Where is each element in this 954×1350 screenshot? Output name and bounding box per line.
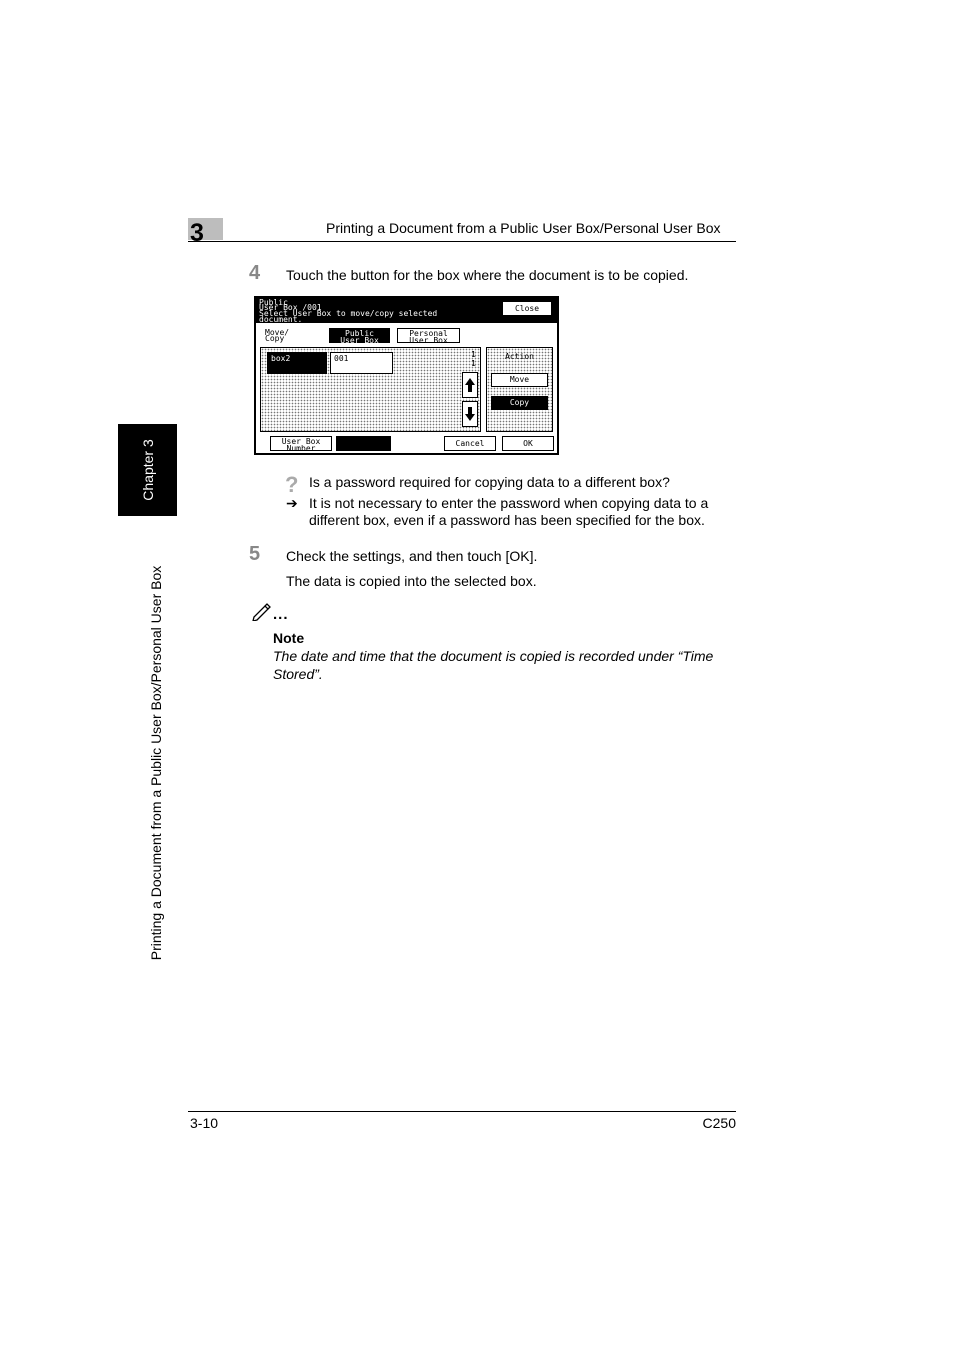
public-tab-line-2: User Box: [340, 336, 379, 345]
box-button-box2[interactable]: box2: [267, 352, 327, 374]
running-title-text: Printing a Document from a Public User B…: [148, 565, 164, 960]
screen-title-bar: Public User Box /001 Select User Box to …: [256, 298, 557, 324]
footer-model: C250: [702, 1115, 736, 1131]
page-total: 1: [471, 359, 476, 368]
note-line-1: The date and time that the document is c…: [273, 648, 714, 664]
chapter-number: 3: [190, 219, 204, 247]
note-heading: Note: [273, 630, 305, 646]
box-list-area: box2 001 1 1: [260, 347, 481, 432]
step-5-text: Check the settings, and then touch [OK].: [286, 548, 538, 564]
answer-line-2: different box, even if a password has be…: [309, 512, 705, 528]
screen-title-line-4: document.: [259, 315, 303, 324]
cancel-button[interactable]: Cancel: [444, 436, 496, 451]
move-copy-label-2: Copy: [265, 334, 285, 343]
side-running-title: Printing a Document from a Public User B…: [138, 535, 174, 990]
control-panel-screen: Public User Box /001 Select User Box to …: [254, 296, 559, 455]
user-box-number-button[interactable]: User Box Number: [270, 436, 332, 453]
chapter-label: Chapter 3: [139, 439, 156, 501]
action-panel: Action Move Copy: [486, 347, 553, 432]
arrow-down-icon: [465, 407, 475, 421]
scroll-up-button[interactable]: [462, 372, 478, 398]
answer-arrow-icon: ➔: [286, 495, 298, 511]
ok-button[interactable]: OK: [502, 436, 554, 451]
move-button[interactable]: Move: [491, 373, 548, 387]
public-user-box-tab[interactable]: Public User Box: [329, 328, 390, 345]
arrow-up-icon: [465, 378, 475, 392]
answer-line-1: It is not necessary to enter the passwor…: [309, 495, 709, 511]
header-title: Printing a Document from a Public User B…: [326, 220, 721, 236]
step-5-number: 5: [249, 543, 261, 565]
copy-button[interactable]: Copy: [491, 396, 548, 410]
step-4-number: 4: [249, 262, 261, 284]
footer-page-number: 3-10: [190, 1115, 219, 1131]
step-4-text: Touch the button for the box where the d…: [286, 267, 689, 283]
box-button-001[interactable]: 001: [330, 352, 393, 374]
footer-rule: [188, 1111, 736, 1112]
user-box-number-line-2: Number: [286, 444, 316, 453]
close-button[interactable]: Close: [502, 301, 552, 316]
action-label: Action: [505, 352, 534, 361]
note-line-2: Stored”.: [273, 666, 323, 682]
page-current: 1: [471, 350, 476, 359]
scroll-down-button[interactable]: [462, 401, 478, 427]
personal-user-box-tab[interactable]: Personal User Box: [397, 328, 460, 345]
step-5-result: The data is copied into the selected box…: [286, 573, 537, 589]
pencil-icon: [251, 601, 273, 625]
note-dots: ...: [273, 606, 289, 623]
header-rule: [188, 241, 736, 242]
question-text: Is a password required for copying data …: [309, 474, 670, 490]
chapter-side-tab-label: Chapter 3: [118, 424, 177, 516]
user-box-number-field[interactable]: [336, 436, 391, 451]
personal-tab-line-2: User Box: [409, 336, 448, 345]
